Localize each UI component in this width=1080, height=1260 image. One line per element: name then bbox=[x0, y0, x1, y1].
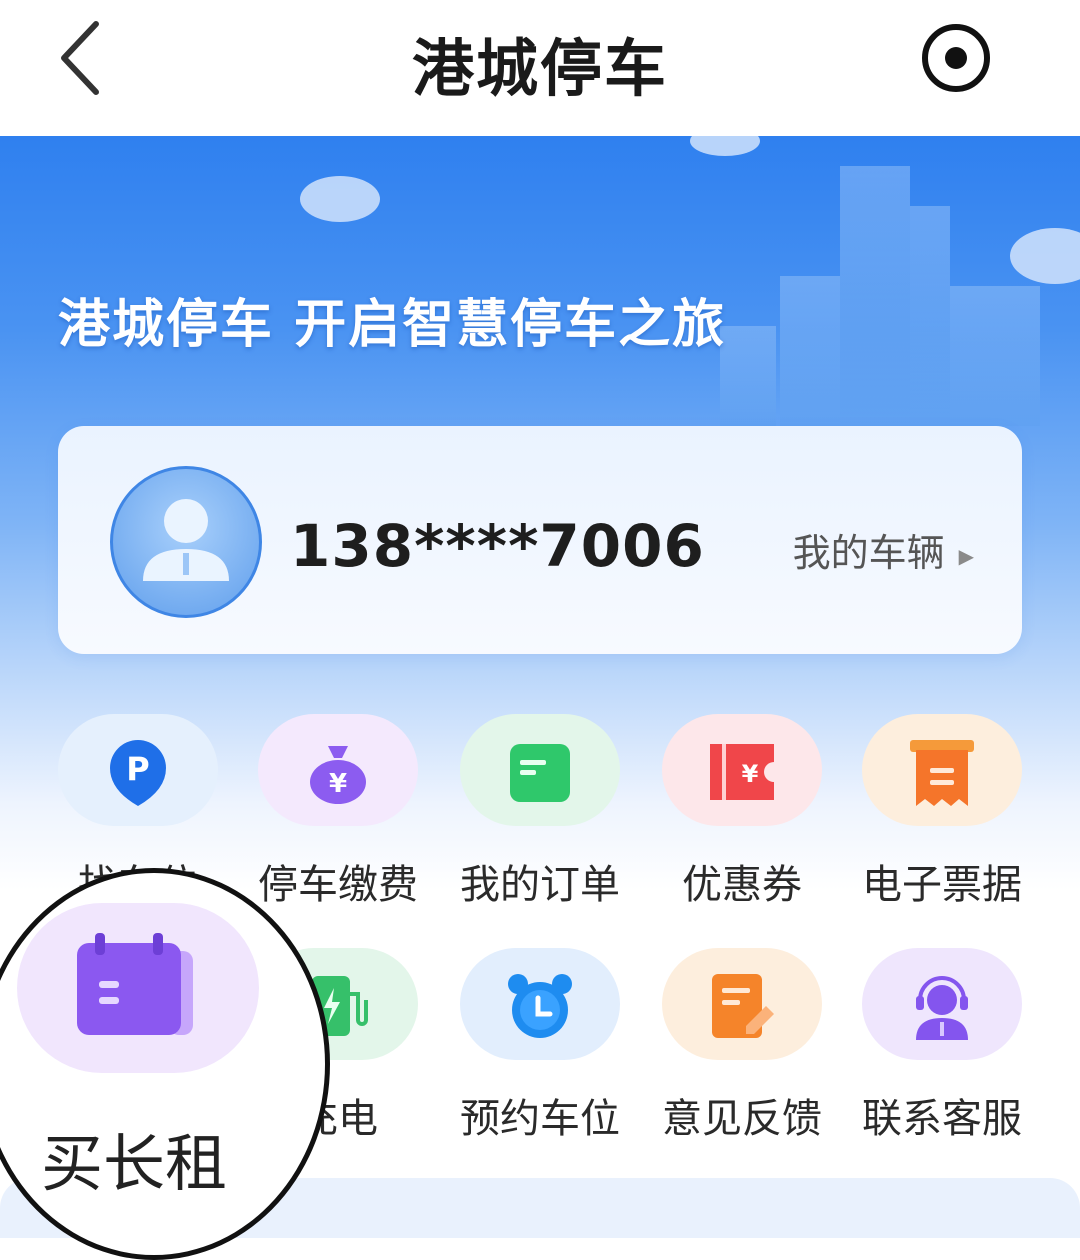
grid-item-label: 优惠券 bbox=[682, 862, 802, 908]
svg-text:P: P bbox=[126, 750, 149, 788]
building-decoration bbox=[780, 276, 840, 426]
grid-item-my-orders[interactable]: 我的订单 bbox=[460, 714, 660, 914]
grid-item-e-receipt[interactable]: 电子票据 bbox=[862, 714, 1062, 914]
service-icon-bg bbox=[862, 948, 1022, 1060]
building-decoration bbox=[910, 206, 950, 426]
grid-item-feedback[interactable]: 意见反馈 bbox=[662, 948, 862, 1148]
customer-service-icon bbox=[916, 976, 968, 1040]
feedback-edit-icon bbox=[712, 974, 774, 1038]
grid-item-label: 预约车位 bbox=[460, 1096, 620, 1142]
svg-text:¥: ¥ bbox=[742, 760, 759, 788]
svg-text:¥: ¥ bbox=[329, 769, 347, 799]
top-bar: 港城停车 bbox=[0, 0, 1080, 136]
user-avatar-icon[interactable] bbox=[110, 466, 262, 618]
find-parking-icon-bg: P bbox=[58, 714, 218, 826]
receipt-icon bbox=[910, 740, 974, 806]
user-phone: 138****7006 bbox=[290, 512, 705, 580]
reserve-icon-bg bbox=[460, 948, 620, 1060]
coupon-icon-bg: ¥ bbox=[662, 714, 822, 826]
target-icon[interactable] bbox=[918, 20, 994, 96]
feedback-icon-bg bbox=[662, 948, 822, 1060]
grid-item-parking-payment[interactable]: ¥ 停车缴费 bbox=[258, 714, 458, 914]
my-vehicles-link[interactable]: 我的车辆 ▶ bbox=[793, 522, 974, 577]
grid-item-customer-service[interactable]: 联系客服 bbox=[862, 948, 1062, 1148]
building-decoration bbox=[840, 166, 910, 426]
grid-item-label: 停车缴费 bbox=[258, 862, 418, 908]
alarm-clock-icon bbox=[508, 974, 572, 1038]
grid-item-label: 电子票据 bbox=[862, 862, 1022, 908]
payment-icon-bg: ¥ bbox=[258, 714, 418, 826]
my-vehicles-label: 我的车辆 bbox=[792, 531, 945, 575]
receipt-icon-bg bbox=[862, 714, 1022, 826]
grid-item-label: 买长租 bbox=[41, 1127, 228, 1200]
orders-icon-bg bbox=[460, 714, 620, 826]
calendar-icon bbox=[77, 933, 193, 1035]
money-bag-icon: ¥ bbox=[310, 746, 366, 804]
building-decoration bbox=[950, 286, 1040, 426]
cloud-decoration bbox=[690, 136, 760, 156]
grid-item-label: 我的订单 bbox=[460, 862, 620, 908]
parking-pin-icon: P bbox=[110, 740, 166, 806]
triangle-right-icon: ▶ bbox=[958, 543, 974, 568]
long-term-rent-icon-bg bbox=[17, 903, 259, 1073]
order-card-icon bbox=[510, 744, 570, 802]
cloud-decoration bbox=[300, 176, 380, 222]
hero-slogan: 港城停车 开启智慧停车之旅 bbox=[58, 295, 727, 355]
grid-item-coupons[interactable]: ¥ 优惠券 bbox=[662, 714, 862, 914]
grid-item-reserve-spot[interactable]: 预约车位 bbox=[460, 948, 660, 1148]
building-decoration bbox=[720, 326, 776, 426]
grid-item-label: 意见反馈 bbox=[662, 1096, 822, 1142]
coupon-icon: ¥ bbox=[710, 744, 774, 800]
grid-item-label: 联系客服 bbox=[862, 1096, 1022, 1142]
user-card: 138****7006 我的车辆 ▶ bbox=[58, 426, 1022, 654]
cloud-decoration bbox=[1010, 228, 1080, 284]
